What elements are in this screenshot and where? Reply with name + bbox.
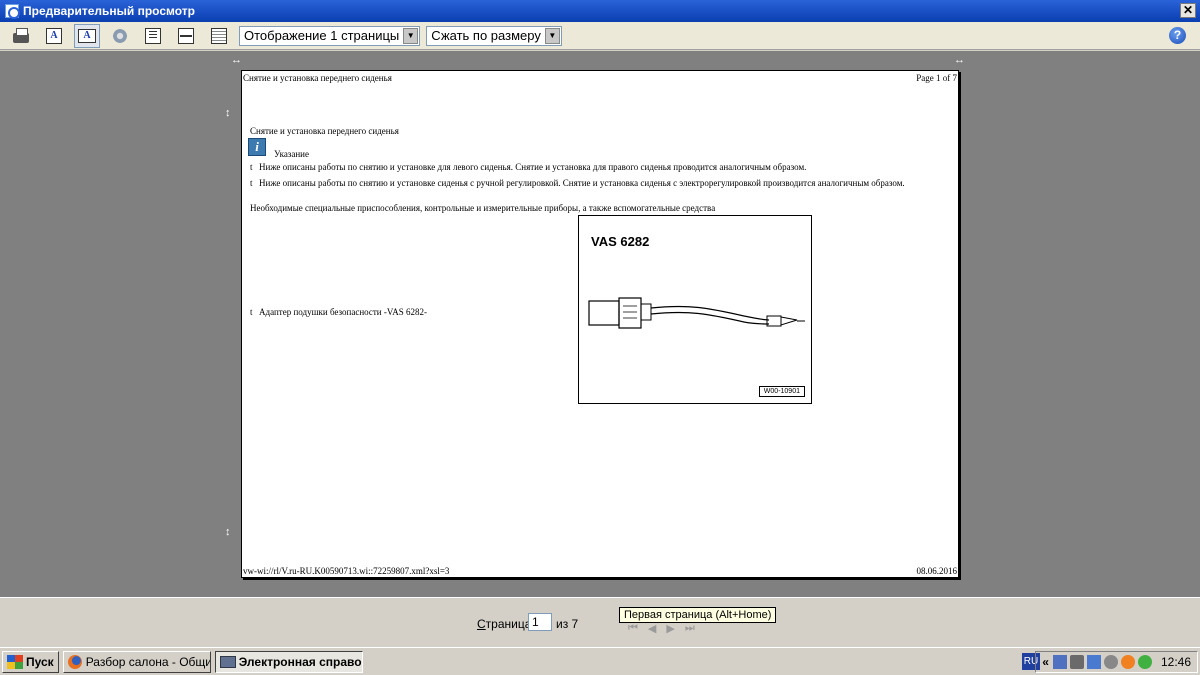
- taskbar-item-browser[interactable]: Разбор салона - Общие...: [62, 650, 211, 673]
- fit-width-button[interactable]: [173, 24, 199, 48]
- page-header-right: Page 1 of 7: [916, 73, 957, 83]
- bullet-marker: t: [250, 162, 253, 172]
- next-page-icon[interactable]: ▶: [666, 622, 674, 635]
- last-page-icon[interactable]: ⏭: [685, 622, 695, 635]
- previous-page-icon[interactable]: ◀: [648, 622, 656, 635]
- document-title: Снятие и установка переднего сиденья: [250, 126, 399, 136]
- bullet-text: Ниже описаны работы по снятию и установк…: [259, 178, 905, 188]
- page-setup-button[interactable]: [107, 24, 133, 48]
- page-footer-left: vw-wi://rl/V.ru-RU.K00590713.wi::7225980…: [243, 566, 450, 576]
- preview-area: ↔ ↔ ↕ ↕ Снятие и установка переднего сид…: [0, 51, 1200, 597]
- info-icon: i: [248, 138, 266, 156]
- tool-figure: VAS 6282 W00-10901: [578, 215, 812, 404]
- adapter-drawing: [588, 297, 805, 329]
- single-page-button[interactable]: [140, 24, 166, 48]
- network-status-icon[interactable]: [1086, 655, 1101, 669]
- app-icon: [5, 4, 20, 19]
- help-button[interactable]: ?: [1169, 27, 1186, 44]
- network-icon[interactable]: [1052, 655, 1067, 669]
- taskbar-item-help[interactable]: Электронная справо...: [214, 650, 363, 673]
- start-button[interactable]: Пуск: [2, 650, 59, 673]
- clock: 12:46: [1160, 655, 1191, 669]
- page-navigation: Страница 1 из 7 ⏮ ◀ ▶ ⏭ Первая страница …: [0, 597, 1200, 645]
- tooltip: Первая страница (Alt+Home): [619, 607, 777, 623]
- full-page-button[interactable]: [206, 24, 232, 48]
- gear-icon: [112, 27, 128, 44]
- page-a-icon: A: [46, 27, 62, 44]
- bullet-marker: t: [250, 307, 253, 317]
- chevron-down-icon: ▼: [403, 27, 419, 44]
- page-landscape-icon: A: [78, 28, 96, 43]
- list-item: t Адаптер подушки безопасности -VAS 6282…: [250, 307, 427, 317]
- page-number-input[interactable]: 1: [528, 613, 552, 631]
- figure-code: W00-10901: [758, 386, 805, 397]
- task-label: Электронная справо...: [238, 654, 363, 669]
- right-margin-handle[interactable]: ↔: [954, 55, 965, 66]
- top-margin-handle[interactable]: ↕: [225, 108, 231, 119]
- printer-icon: [13, 27, 29, 43]
- taskbar: Пуск Разбор салона - Общие... Электронна…: [0, 647, 1200, 675]
- bullet-marker: t: [250, 178, 253, 188]
- note-label: Указание: [274, 149, 309, 159]
- chevron-down-icon: ▼: [544, 27, 560, 44]
- adapter-text: Адаптер подушки безопасности -VAS 6282-: [259, 307, 427, 317]
- single-page-icon: [145, 27, 161, 44]
- bullet-text: Ниже описаны работы по снятию и установк…: [259, 162, 807, 172]
- toolbar: A A Отображение 1 страницы ▼ Сжать по ра…: [0, 22, 1200, 50]
- volume-icon[interactable]: [1069, 655, 1084, 669]
- zoom-value: Сжать по размеру: [431, 28, 541, 43]
- list-item: t Ниже описаны работы по снятию и устано…: [250, 162, 806, 172]
- portrait-button[interactable]: A: [41, 24, 67, 48]
- zoom-select[interactable]: Сжать по размеру ▼: [426, 25, 562, 46]
- bottom-margin-handle[interactable]: ↕: [225, 527, 231, 538]
- start-label: Пуск: [26, 654, 54, 669]
- nav-buttons: ⏮ ◀ ▶ ⏭: [628, 622, 695, 635]
- settings-tray-icon[interactable]: [1103, 655, 1118, 669]
- left-margin-handle[interactable]: ↔: [231, 55, 242, 66]
- window-title: Предварительный просмотр: [23, 4, 195, 18]
- windows-logo-icon: [7, 654, 23, 669]
- fit-width-icon: [178, 27, 194, 44]
- help-app-icon: [219, 655, 236, 668]
- print-button[interactable]: [8, 24, 34, 48]
- list-item: t Ниже описаны работы по снятию и устано…: [250, 178, 910, 188]
- tools-heading: Необходимые специальные приспособления, …: [250, 203, 716, 213]
- system-tray: « 12:46: [1035, 651, 1198, 673]
- page-count: из 7: [556, 617, 579, 631]
- display-mode-select[interactable]: Отображение 1 страницы ▼: [239, 25, 421, 46]
- firefox-icon: [67, 654, 82, 669]
- full-page-icon: [211, 27, 227, 44]
- first-page-icon[interactable]: ⏮: [628, 622, 638, 635]
- page-label: Страница: [477, 617, 531, 631]
- preview-page: Снятие и установка переднего сиденья Pag…: [241, 70, 959, 578]
- update-icon[interactable]: [1137, 655, 1152, 669]
- page-label-text: траница: [485, 617, 532, 631]
- close-button[interactable]: ✕: [1180, 3, 1196, 18]
- page-label-accesskey: С: [477, 617, 486, 631]
- antivirus-icon[interactable]: [1120, 655, 1135, 669]
- task-label: Разбор салона - Общие...: [85, 654, 211, 669]
- display-mode-value: Отображение 1 страницы: [244, 28, 400, 43]
- landscape-button[interactable]: A: [74, 23, 100, 48]
- title-bar: Предварительный просмотр ✕: [0, 0, 1200, 22]
- page-header-left: Снятие и установка переднего сиденья: [243, 73, 392, 83]
- page-footer-right: 08.06.2016: [916, 566, 958, 576]
- tray-expand-icon[interactable]: «: [1042, 655, 1049, 669]
